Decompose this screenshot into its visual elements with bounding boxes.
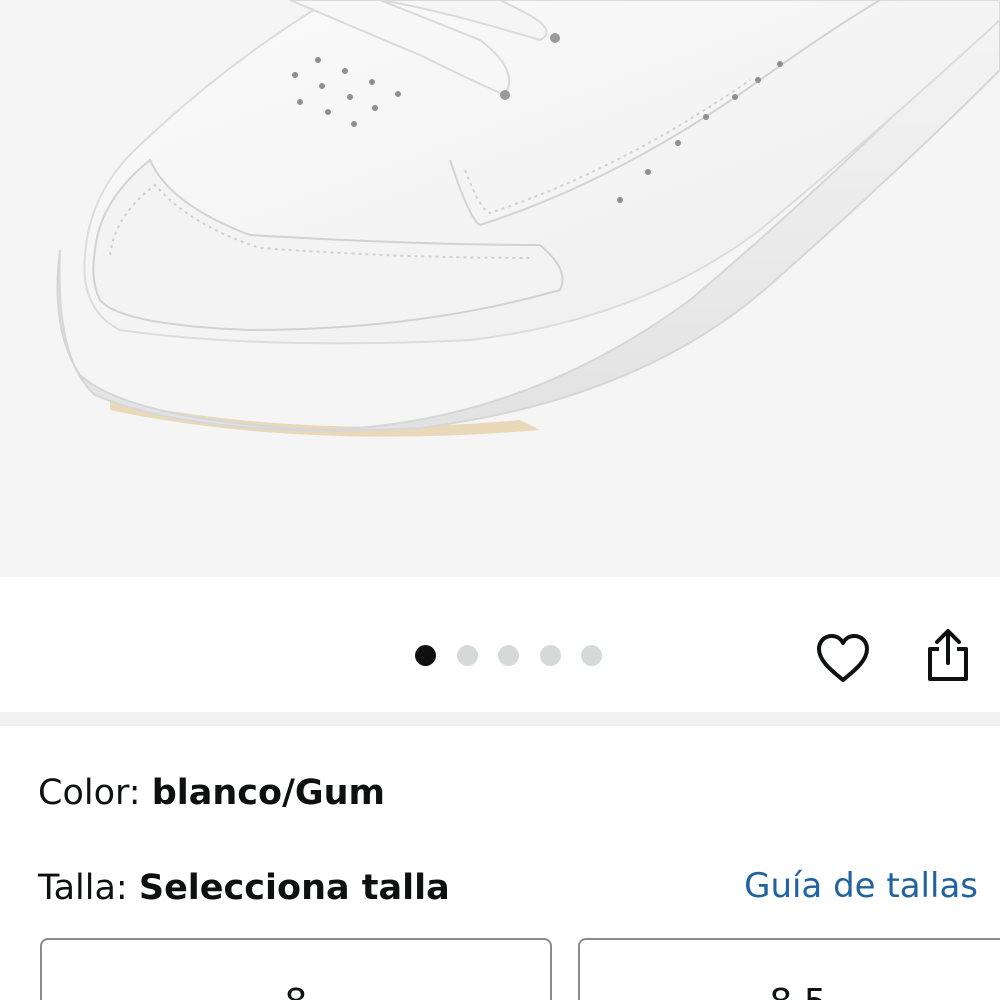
product-image[interactable] (0, 0, 1000, 577)
size-selection: Talla: Selecciona talla (38, 871, 450, 906)
image-carousel-dots[interactable] (415, 644, 602, 666)
color-selection: Color: blanco/Gum (38, 776, 385, 811)
carousel-dot-active[interactable] (415, 644, 436, 666)
sneaker-illustration (56, 0, 1000, 437)
carousel-dot[interactable] (539, 644, 561, 666)
heart-outline-icon (817, 634, 869, 682)
color-value: blanco/Gum (151, 773, 385, 813)
carousel-dot[interactable] (581, 644, 602, 666)
favorite-button[interactable] (812, 628, 874, 690)
size-guide-link[interactable]: Guía de tallas (744, 869, 978, 903)
section-divider (0, 712, 1000, 726)
size-value: Selecciona talla (138, 868, 450, 908)
size-option[interactable]: 8.5 (578, 938, 1000, 1000)
share-button[interactable] (918, 624, 978, 686)
size-option-label: 8.5 (769, 985, 826, 1000)
size-option[interactable]: 8 (40, 938, 552, 1000)
size-option-label: 8 (285, 985, 308, 1000)
size-label: Talla: (38, 868, 139, 908)
carousel-dot[interactable] (498, 644, 519, 666)
share-icon (928, 629, 968, 681)
carousel-dot[interactable] (456, 644, 478, 666)
color-label: Color: (38, 773, 152, 813)
